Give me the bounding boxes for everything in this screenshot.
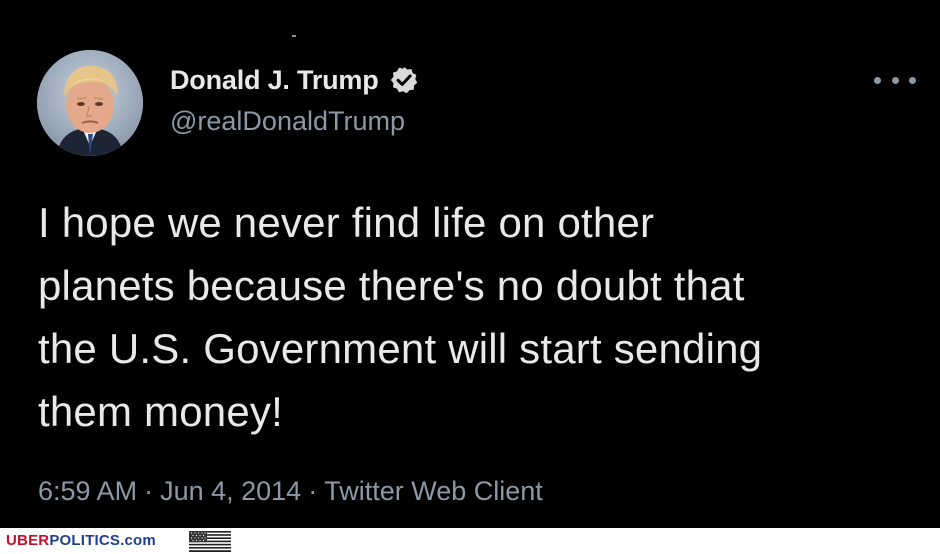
watermark-logo: UBERPOLITICS.com: [6, 532, 156, 550]
author-handle[interactable]: @realDonaldTrump: [170, 106, 405, 137]
author-name-row: Donald J. Trump: [170, 62, 419, 98]
verified-badge-icon: [389, 65, 419, 95]
watermark-uber: UBER: [6, 532, 50, 549]
watermark-politics: POLITICS: [49, 532, 121, 549]
tweet-card: Donald J. Trump @realDonaldTrump I hope …: [0, 0, 940, 528]
page: Donald J. Trump @realDonaldTrump I hope …: [0, 0, 940, 554]
avatar[interactable]: [37, 50, 143, 156]
tweet-text-line: planets because there's no doubt that: [38, 262, 745, 309]
tweet-client[interactable]: Twitter Web Client: [324, 476, 543, 506]
more-dot: [909, 76, 916, 84]
tweet-text-line: I hope we never find life on other: [38, 199, 655, 246]
tweet-date[interactable]: Jun 4, 2014: [160, 476, 301, 506]
tweet-text-line: the U.S. Government will start sending: [38, 325, 763, 372]
meta-separator: ·: [144, 476, 154, 506]
more-options-icon[interactable]: [874, 68, 916, 92]
watermark-com: .com: [120, 532, 156, 549]
display-name[interactable]: Donald J. Trump: [170, 65, 379, 96]
tweet-text: I hope we never find life on other plane…: [38, 191, 928, 443]
more-dot: [874, 76, 881, 84]
meta-separator: ·: [308, 476, 318, 506]
tweet-meta: 6:59 AM · Jun 4, 2014 · Twitter Web Client: [38, 476, 543, 507]
watermark-bar: UBERPOLITICS.com: [0, 528, 940, 554]
tweet-time[interactable]: 6:59 AM: [38, 476, 137, 506]
us-flag-icon: [189, 531, 231, 552]
avatar-image: [37, 50, 143, 156]
tweet-text-line: them money!: [38, 388, 283, 435]
more-dot: [891, 76, 899, 84]
decorative-speck: [292, 35, 296, 37]
